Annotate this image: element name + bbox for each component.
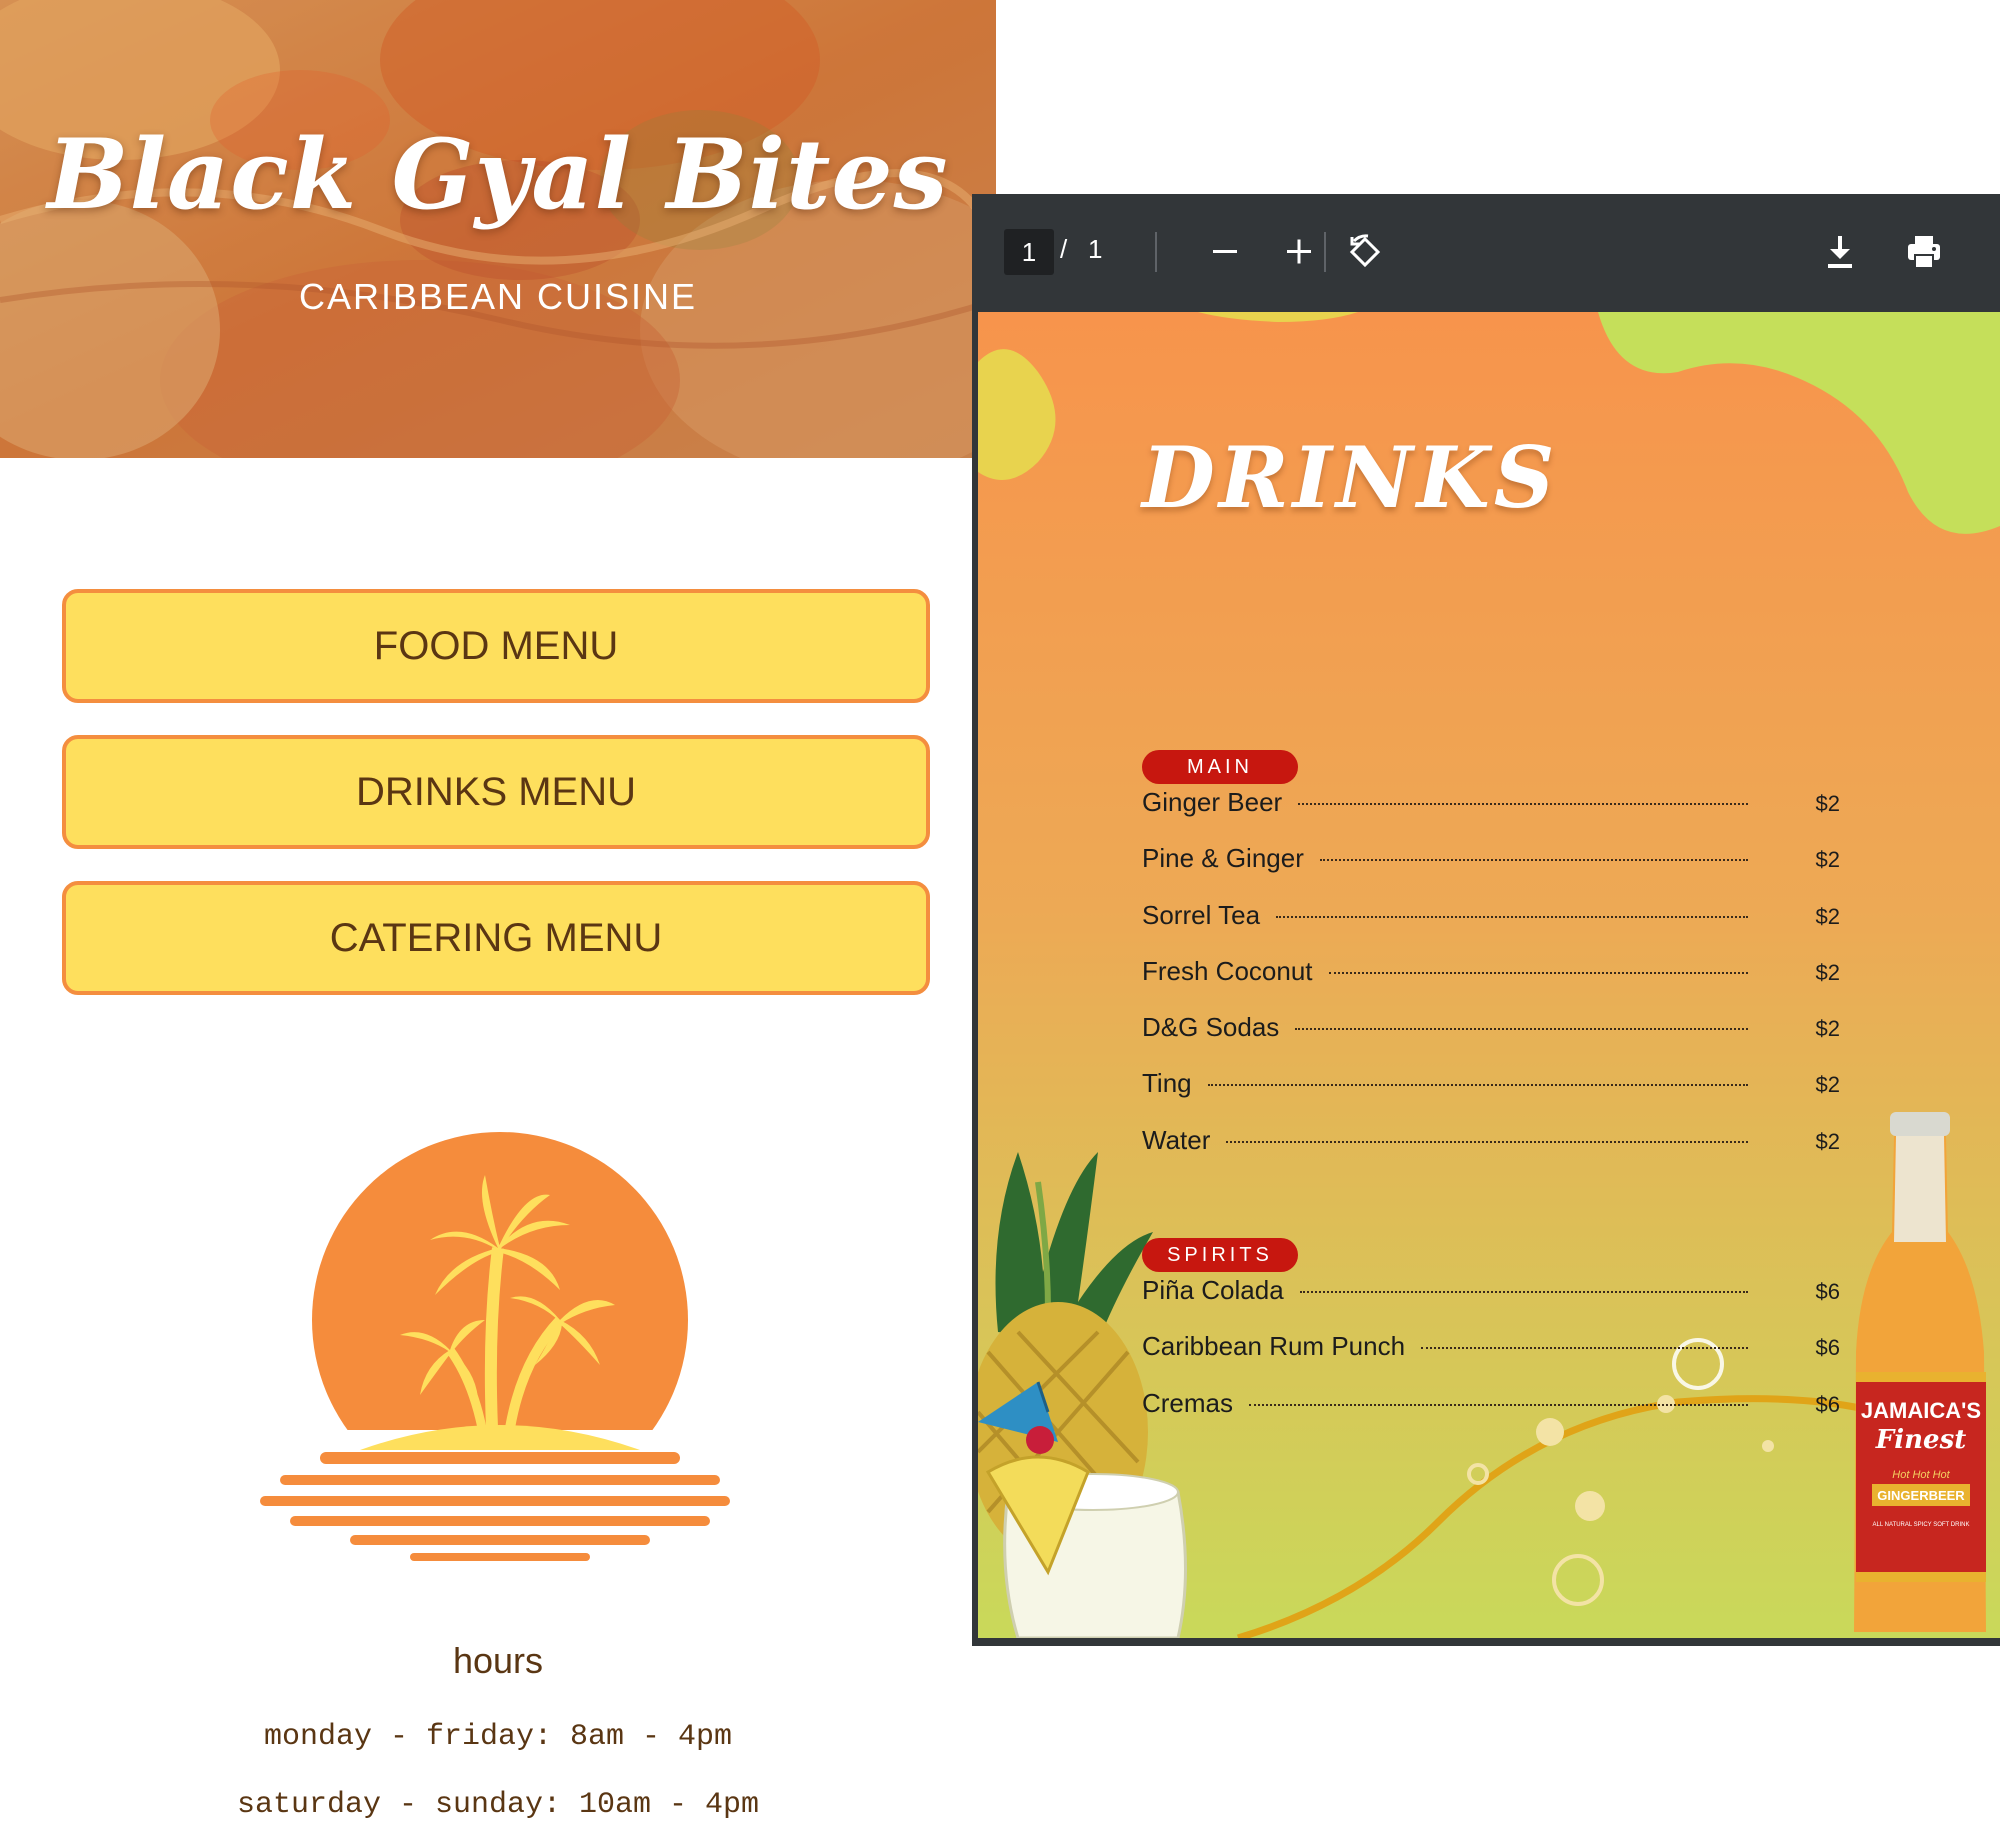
- dot-leader: [1207, 1084, 1748, 1087]
- dot-leader: [1249, 1403, 1748, 1406]
- hero-banner: Black Gyal Bites CARIBBEAN CUISINE: [0, 0, 996, 458]
- item-name: Sorrel Tea: [1142, 899, 1261, 930]
- menu-item: Ginger Beer $2: [1142, 787, 1840, 843]
- item-name: Caribbean Rum Punch: [1142, 1331, 1406, 1362]
- catering-menu-button[interactable]: CATERING MENU: [62, 881, 930, 995]
- item-name: Ting: [1142, 1068, 1192, 1099]
- page-total: 1: [1088, 234, 1103, 264]
- item-name: Ginger Beer: [1142, 787, 1283, 817]
- food-menu-button[interactable]: FOOD MENU: [62, 589, 930, 703]
- pdf-viewer: 1 / 1 JAMAICA'S Finest Hot Hot Hot GINGE…: [972, 194, 2000, 1646]
- item-name: Water: [1142, 1124, 1211, 1155]
- item-price: $2: [1815, 1128, 1840, 1154]
- hours-heading: hours: [452, 1640, 544, 1681]
- toolbar-divider: [1155, 232, 1157, 272]
- menu-item: D&G Sodas $2: [1142, 1012, 1840, 1068]
- item-name: D&G Sodas: [1142, 1012, 1280, 1043]
- dot-leader: [1276, 915, 1748, 918]
- dot-leader: [1328, 971, 1748, 974]
- sunset-palm-island-icon: [260, 1132, 740, 1570]
- pdf-toolbar: 1 / 1: [972, 194, 2000, 312]
- item-price: $2: [1815, 959, 1840, 985]
- zoom-out-icon[interactable]: [1200, 227, 1250, 277]
- dot-leader: [1319, 859, 1748, 862]
- item-price: $2: [1815, 791, 1840, 816]
- item-price: $6: [1815, 1335, 1840, 1361]
- menu-item: Piña Colada $6: [1142, 1275, 1840, 1331]
- item-name: Pine & Ginger: [1142, 843, 1304, 874]
- dot-leader: [1299, 1291, 1748, 1293]
- restaurant-site: Black Gyal Bites CARIBBEAN CUISINE FOOD …: [0, 0, 996, 1840]
- weekend-hours: saturday - sunday: 10am - 4pm: [236, 1788, 760, 1822]
- spirits-list: Piña Colada $6 Caribbean Rum Punch $6 Cr…: [1142, 1275, 1840, 1444]
- menu-item: Ting $2: [1142, 1068, 1840, 1124]
- download-icon[interactable]: [1815, 227, 1865, 277]
- menu-item: Caribbean Rum Punch $6: [1142, 1331, 1840, 1387]
- toolbar-divider: [1324, 232, 1326, 272]
- bottle-tagline: Hot Hot Hot: [1892, 1469, 1950, 1481]
- section-label-main: MAIN: [1142, 750, 1298, 784]
- item-price: $2: [1815, 847, 1840, 873]
- item-price: $6: [1815, 1279, 1840, 1304]
- drinks-menu-button[interactable]: DRINKS MENU: [62, 735, 930, 849]
- site-subtitle: CARIBBEAN CUISINE: [298, 276, 698, 317]
- dot-leader: [1226, 1140, 1748, 1143]
- rotate-icon[interactable]: [1340, 227, 1390, 277]
- item-name: Piña Colada: [1142, 1275, 1284, 1305]
- dot-leader: [1421, 1347, 1748, 1350]
- zoom-in-icon[interactable]: [1274, 227, 1324, 277]
- pdf-page: JAMAICA'S Finest Hot Hot Hot GINGERBEER …: [978, 312, 2000, 1638]
- menu-item: Cremas $6: [1142, 1388, 1840, 1444]
- document-title: DRINKS: [1142, 428, 1559, 527]
- bottle-script: Finest: [1875, 1425, 1966, 1455]
- item-price: $2: [1815, 1072, 1840, 1098]
- item-name: Cremas: [1142, 1387, 1234, 1418]
- more-options-icon[interactable]: [1982, 227, 2000, 277]
- item-price: $6: [1815, 1391, 1840, 1417]
- bottle-brand: JAMAICA'S: [1861, 1398, 1981, 1423]
- dot-leader: [1298, 803, 1748, 805]
- section-label-spirits: SPIRITS: [1142, 1238, 1298, 1272]
- menu-item: Pine & Ginger $2: [1142, 843, 1840, 899]
- site-title: Black Gyal Bites: [47, 118, 949, 231]
- item-name: Fresh Coconut: [1142, 955, 1313, 986]
- item-price: $2: [1815, 903, 1840, 929]
- menu-item: Fresh Coconut $2: [1142, 956, 1840, 1012]
- dot-leader: [1295, 1028, 1748, 1031]
- bottle-fineprint: ALL NATURAL SPICY SOFT DRINK: [1873, 1522, 1970, 1528]
- main-drinks-list: Ginger Beer $2 Pine & Ginger $2 Sorrel T…: [1142, 787, 1840, 1181]
- print-icon[interactable]: [1899, 227, 1949, 277]
- bottle-product: GINGERBEER: [1877, 1488, 1965, 1503]
- menu-item: Water $2: [1142, 1125, 1840, 1181]
- page-separator: /: [1060, 234, 1068, 264]
- menu-item: Sorrel Tea $2: [1142, 900, 1840, 956]
- item-price: $2: [1815, 1016, 1840, 1042]
- page-number-input[interactable]: 1: [1004, 229, 1054, 275]
- weekday-hours: monday - friday: 8am - 4pm: [263, 1720, 733, 1754]
